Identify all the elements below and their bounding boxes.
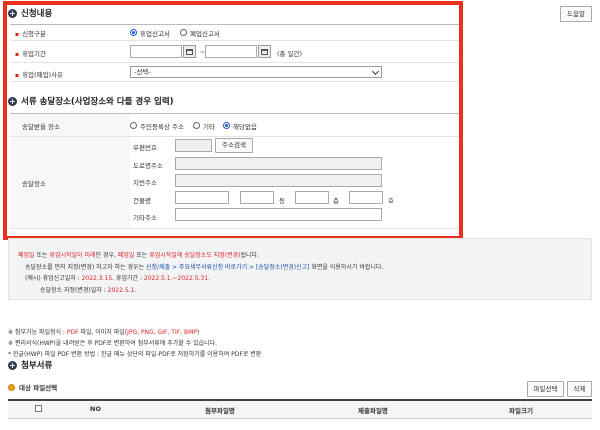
col-header-attach-name: 첨부파일명 (205, 407, 235, 415)
file-select-button[interactable]: 파일선택 (527, 381, 564, 397)
delete-button[interactable]: 삭제 (567, 381, 592, 397)
plus-circle-icon: + (8, 360, 17, 370)
notice-line-2: 송달장소를 먼저 지정(변경) 하고자 하는 경우는 신청/제출 > 주요세무서… (25, 264, 384, 271)
notice-line-4: 송달장소 지정(변경)일자 : 2022.5.1. (40, 287, 137, 294)
help-button[interactable]: 도움말 (560, 6, 592, 22)
highlight-box (3, 1, 463, 240)
attach-info-line-1: ※ 첨부가능 파일형식 : PDF 파일, 이미지 파일(JPG, PNG, G… (8, 329, 200, 336)
select-all-checkbox[interactable] (35, 405, 42, 412)
notice-line-3: (예시) 휴업신고일자 : 2022.3.15. 휴업기간 : 2022.5.1… (25, 275, 210, 282)
col-header-no: NO (90, 405, 101, 413)
col-header-submit-name: 제출파일명 (358, 407, 388, 415)
delivery-change-link[interactable]: 신청/제출 > 주요세무서류신청 바로가기 > [송달장소(변경)신고] (146, 264, 309, 271)
col-header-file-size: 파일크기 (509, 407, 533, 415)
bullet-icon (8, 383, 15, 391)
notice-line-1: 폐업일 또는 휴업시작일이 미래인 경우, 폐업일 또는 휴업시작일에 송달장소… (18, 252, 259, 259)
attach-info-line-3: * 한글(HWP) 파일 PDF 변환 방법 : 한글 메뉴 상단의 파일-PD… (8, 351, 262, 358)
section-title-attachments: + 첨부서류 (8, 360, 53, 371)
target-file-title: 대상 파일선택 (8, 382, 57, 392)
attach-info-line-2: ※ 편리서식(HWP)을 내려받은 후 PDF로 변환하여 첨부서류에 추가할 … (8, 340, 218, 347)
